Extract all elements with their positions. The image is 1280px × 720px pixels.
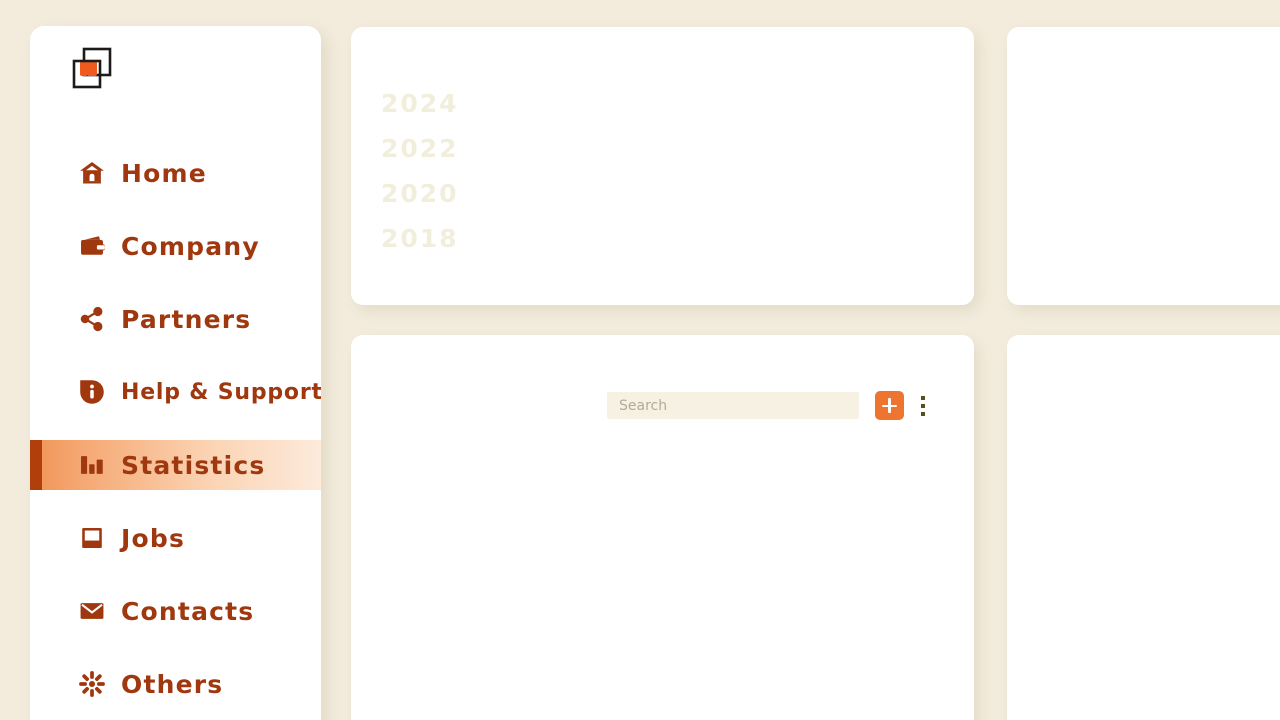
sidebar-item-label: Jobs <box>121 523 186 553</box>
sidebar-nav: Home Company Partners Help & Support Sta… <box>30 148 321 720</box>
sidebar-item-label: Partners <box>121 304 252 334</box>
sidebar-item-partners[interactable]: Partners <box>30 294 321 344</box>
wallet-icon <box>77 231 107 261</box>
chart-card-years: 2024 2022 2020 2018 <box>351 27 974 305</box>
sidebar-item-jobs[interactable]: Jobs <box>30 513 321 563</box>
sidebar-item-statistics[interactable]: Statistics <box>30 440 321 490</box>
sidebar-item-contacts[interactable]: Contacts <box>30 586 321 636</box>
sidebar-item-label: Home <box>121 158 207 188</box>
sidebar-item-company[interactable]: Company <box>30 221 321 271</box>
year-tick-label: 2022 <box>381 134 459 163</box>
overlapping-squares-logo-icon <box>72 47 112 89</box>
home-icon <box>77 158 107 188</box>
sidebar-item-label: Help & Support <box>121 379 321 405</box>
chart-year-axis: 2024 2022 2020 2018 <box>381 81 459 261</box>
year-tick-label: 2024 <box>381 89 459 118</box>
kebab-dot <box>921 411 925 416</box>
sidebar-item-label: Statistics <box>121 450 266 480</box>
share-icon <box>77 304 107 334</box>
sidebar-item-label: Company <box>121 231 260 261</box>
search-input[interactable] <box>607 392 859 419</box>
sidebar-item-home[interactable]: Home <box>30 148 321 198</box>
year-tick-label: 2018 <box>381 224 459 253</box>
bottom-right-card <box>1007 335 1280 720</box>
bar-chart-icon <box>77 450 107 480</box>
sidebar: Home Company Partners Help & Support Sta… <box>30 26 321 720</box>
envelope-icon <box>77 596 107 626</box>
year-tick-label: 2020 <box>381 179 459 208</box>
app-logo[interactable] <box>67 44 125 96</box>
sidebar-item-help[interactable]: Help & Support <box>30 367 321 417</box>
kebab-dot <box>921 403 925 408</box>
app-root: Home Company Partners Help & Support Sta… <box>0 0 1280 720</box>
info-icon <box>77 377 107 407</box>
add-button[interactable] <box>875 391 904 420</box>
sidebar-item-others[interactable]: Others <box>30 659 321 709</box>
top-right-card <box>1007 27 1280 305</box>
more-options-icon[interactable] <box>914 391 932 420</box>
sidebar-item-label: Contacts <box>121 596 255 626</box>
sidebar-item-label: Others <box>121 669 224 699</box>
briefcase-icon <box>77 523 107 553</box>
search-card <box>351 335 974 720</box>
search-toolbar <box>607 391 932 420</box>
burst-icon <box>77 669 107 699</box>
kebab-dot <box>921 395 925 400</box>
